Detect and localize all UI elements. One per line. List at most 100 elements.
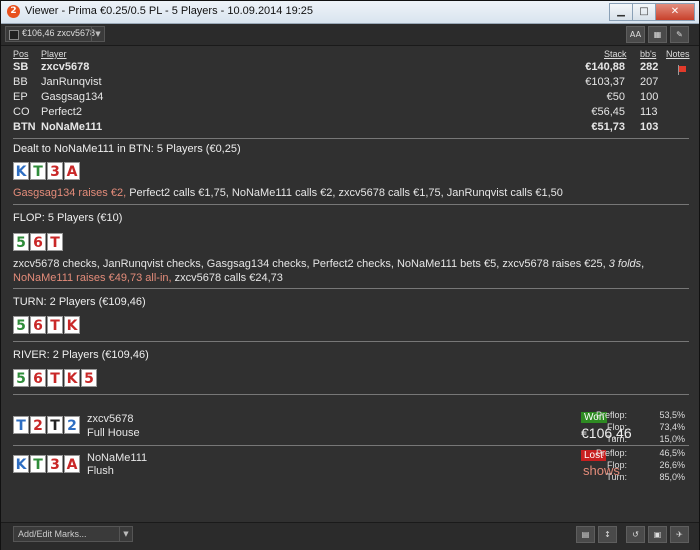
col-header-bbs: bb's bbox=[640, 49, 657, 59]
equity-label: Flop: bbox=[606, 460, 627, 470]
flop-actions: zxcv5678 checks, JanRunqvist checks, Gas… bbox=[13, 257, 687, 285]
player-row[interactable]: EP Gasgsag134 €50 100 bbox=[1, 91, 699, 105]
title-bar[interactable]: 2 Viewer - Prima €0.25/0.5 PL - 5 Player… bbox=[1, 1, 699, 24]
equity-label: Preflop: bbox=[595, 410, 627, 420]
window-title: Viewer - Prima €0.25/0.5 PL - 5 Players … bbox=[25, 5, 313, 17]
showdown-cards: K T 3 A bbox=[13, 455, 80, 473]
player-stack: €50 bbox=[606, 91, 625, 103]
player-row[interactable]: CO Perfect2 €56,45 113 bbox=[1, 106, 699, 120]
playing-card: T bbox=[30, 455, 46, 473]
replay-icon[interactable]: ↺ bbox=[626, 526, 645, 543]
action-text: , bbox=[641, 258, 645, 270]
playing-card: T bbox=[47, 316, 63, 334]
player-row[interactable]: BB JanRunqvist €103,37 207 bbox=[1, 76, 699, 90]
clipboard-icon[interactable]: ▤ bbox=[576, 526, 595, 543]
player-pos: CO bbox=[13, 106, 30, 118]
player-pos: BB bbox=[13, 76, 28, 88]
turn-title: TURN: 2 Players (€109,46) bbox=[13, 296, 146, 308]
player-bbs: 100 bbox=[640, 91, 659, 103]
top-toolbar: €106,46 zxcv5678 ▼ AA ▦ ✎ bbox=[1, 24, 699, 46]
showdown-player-name: zxcv5678 bbox=[87, 413, 134, 425]
action-text: zxcv5678 calls €24,73 bbox=[171, 272, 283, 284]
player-name: NoNaMe111 bbox=[41, 121, 103, 133]
player-stack: €56,45 bbox=[591, 106, 625, 118]
player-row[interactable]: SB zxcv5678 €140,88 282 bbox=[1, 61, 699, 75]
folds-text: 3 folds bbox=[608, 258, 642, 270]
river-cards: 5 6 T K 5 bbox=[13, 369, 97, 387]
close-button[interactable]: ✕ bbox=[655, 3, 695, 21]
player-name: Perfect2 bbox=[41, 106, 82, 118]
playing-card: K bbox=[64, 316, 80, 334]
playing-card: 3 bbox=[47, 162, 63, 180]
col-header-pos: Pos bbox=[13, 49, 29, 59]
showdown-hand: Flush bbox=[87, 465, 114, 477]
preflop-actions: Gasgsag134 raises €2, Perfect2 calls €1,… bbox=[13, 186, 687, 200]
action-text: Perfect2 calls €1,75, NoNaMe111 calls €2… bbox=[126, 187, 563, 199]
col-header-player: Player bbox=[41, 49, 67, 59]
playing-card: T bbox=[47, 416, 63, 434]
playing-card: T bbox=[47, 369, 63, 387]
twitter-icon[interactable]: ✈ bbox=[670, 526, 689, 543]
playing-card: 5 bbox=[13, 233, 29, 251]
playing-card: 2 bbox=[30, 416, 46, 434]
equity-value: 15,0% bbox=[659, 434, 685, 444]
sort-arrows-icon[interactable]: ↕ bbox=[598, 526, 617, 543]
equity-label: Turn: bbox=[606, 472, 627, 482]
marks-dropdown[interactable]: Add/Edit Marks... ▼ bbox=[13, 526, 133, 542]
chevron-down-icon[interactable]: ▼ bbox=[119, 527, 132, 541]
divider bbox=[13, 204, 689, 205]
maximize-button[interactable]: □ bbox=[632, 3, 656, 21]
player-name: JanRunqvist bbox=[41, 76, 102, 88]
edit-pencil-icon[interactable]: ✎ bbox=[670, 26, 689, 43]
showdown-player-name: NoNaMe111 bbox=[87, 452, 148, 464]
playing-card: 3 bbox=[47, 455, 63, 473]
player-pos: SB bbox=[13, 61, 29, 73]
chevron-down-icon[interactable]: ▼ bbox=[91, 27, 104, 41]
player-pos: EP bbox=[13, 91, 28, 103]
playing-card: A bbox=[64, 162, 80, 180]
playing-card: 2 bbox=[64, 416, 80, 434]
equity-label: Preflop: bbox=[595, 448, 627, 458]
action-highlight: Gasgsag134 raises €2, bbox=[13, 187, 127, 199]
save-icon[interactable]: ▣ bbox=[648, 526, 667, 543]
river-title: RIVER: 2 Players (€109,46) bbox=[13, 349, 149, 361]
playing-card: A bbox=[64, 455, 80, 473]
equity-value: 46,5% bbox=[659, 448, 685, 458]
marks-placeholder: Add/Edit Marks... bbox=[18, 529, 87, 539]
playing-card: T bbox=[30, 162, 46, 180]
turn-cards: 5 6 T K bbox=[13, 316, 80, 334]
equity-label: Flop: bbox=[606, 422, 627, 432]
grid-icon[interactable]: ▦ bbox=[648, 26, 667, 43]
playing-card: 6 bbox=[30, 369, 46, 387]
showdown-cards: T 2 T 2 bbox=[13, 416, 80, 434]
playing-card: K bbox=[13, 455, 29, 473]
minimize-button[interactable]: ▁ bbox=[609, 3, 633, 21]
equity-value: 73,4% bbox=[659, 422, 685, 432]
player-bbs: 113 bbox=[640, 106, 658, 118]
player-row[interactable]: BTN NoNaMe111 €51,73 103 bbox=[1, 121, 699, 135]
player-bbs: 282 bbox=[640, 61, 659, 73]
playing-card: 6 bbox=[30, 316, 46, 334]
playing-card: T bbox=[13, 416, 29, 434]
note-flag-icon[interactable] bbox=[679, 66, 686, 72]
player-stack: €51,73 bbox=[591, 121, 625, 133]
playing-card: K bbox=[13, 162, 29, 180]
font-size-button[interactable]: AA bbox=[626, 26, 645, 43]
preflop-title: Dealt to NoNaMe111 in BTN: 5 Players (€0… bbox=[13, 143, 241, 155]
player-pos: BTN bbox=[13, 121, 36, 133]
showdown-hand: Full House bbox=[87, 427, 140, 439]
hand-selector-value: €106,46 zxcv5678 bbox=[22, 28, 96, 38]
col-header-notes: Notes bbox=[666, 49, 690, 59]
app-logo-icon: 2 bbox=[7, 5, 20, 18]
divider bbox=[13, 445, 689, 446]
divider bbox=[13, 138, 689, 139]
playing-card: K bbox=[64, 369, 80, 387]
divider bbox=[13, 341, 689, 342]
col-header-stack: Stack bbox=[604, 49, 627, 59]
hand-selector[interactable]: €106,46 zxcv5678 ▼ bbox=[5, 26, 105, 42]
hand-checkbox[interactable] bbox=[9, 30, 19, 40]
player-bbs: 103 bbox=[640, 121, 659, 133]
playing-card: T bbox=[47, 233, 63, 251]
equity-value: 26,6% bbox=[659, 460, 685, 470]
divider bbox=[13, 394, 689, 395]
